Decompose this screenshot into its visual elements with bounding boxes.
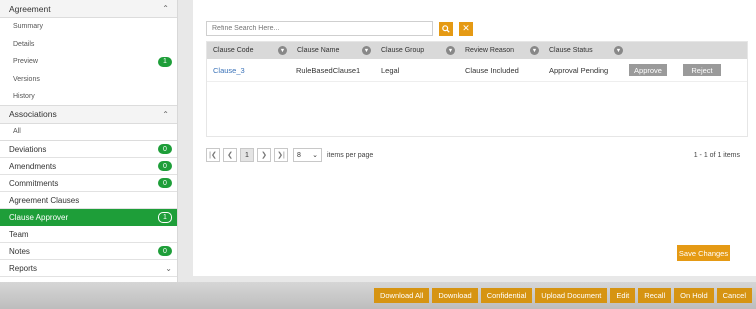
sidebar-item-versions[interactable]: Versions <box>0 70 177 88</box>
column-header-clause-group[interactable]: Clause Group ▼ <box>375 42 459 59</box>
column-header-label: Clause Group <box>381 47 425 54</box>
sidebar-item-commitments[interactable]: Commitments 0 <box>0 175 177 192</box>
filter-icon[interactable]: ▼ <box>278 46 287 55</box>
column-header-label: Clause Status <box>549 47 593 54</box>
on-hold-button[interactable]: On Hold <box>674 288 714 303</box>
sidebar-item-label: Clause Approver <box>9 212 69 222</box>
sidebar-item-label: Summary <box>13 23 43 31</box>
column-header-clause-name[interactable]: Clause Name ▼ <box>291 42 375 59</box>
save-changes-button[interactable]: Save Changes <box>677 245 730 261</box>
clear-search-button[interactable]: ✕ <box>459 21 473 36</box>
count-badge: 0 <box>158 161 172 171</box>
sidebar-item-all[interactable]: All <box>0 123 177 141</box>
reject-button[interactable]: Reject <box>683 64 721 76</box>
sidebar-item-history[interactable]: History <box>0 88 177 106</box>
sidebar-item-label: Preview <box>13 58 38 66</box>
sidebar-item-team[interactable]: Team <box>0 226 177 243</box>
search-icon <box>442 24 450 33</box>
pagination-info: 1 - 1 of 1 items <box>693 151 740 159</box>
sidebar-item-clause-approver[interactable]: Clause Approver 1 <box>0 209 177 226</box>
pagination: |❮ ❮ 1 ❯ ❯| 8 ⌄ items per page 1 - 1 of … <box>206 147 748 163</box>
sidebar-item-notes[interactable]: Notes 0 <box>0 243 177 260</box>
sidebar-item-label: Reports <box>9 263 38 273</box>
sidebar-item-amendments[interactable]: Amendments 0 <box>0 158 177 175</box>
page-number-button[interactable]: 1 <box>240 148 254 162</box>
sidebar: Agreement ⌃ Summary Details Preview 1 Ve… <box>0 0 178 282</box>
cancel-button[interactable]: Cancel <box>716 288 752 303</box>
sidebar-item-preview[interactable]: Preview 1 <box>0 53 177 71</box>
column-header-review-reason[interactable]: Review Reason ▼ <box>459 42 543 59</box>
download-all-button[interactable]: Download All <box>373 288 430 303</box>
items-per-page-label: items per page <box>327 151 374 159</box>
action-toolbar: Download All Download Confidential Uploa… <box>0 282 756 309</box>
sidebar-item-agreement-clauses[interactable]: Agreement Clauses <box>0 192 177 209</box>
next-page-button[interactable]: ❯ <box>257 148 271 162</box>
edit-button[interactable]: Edit <box>610 288 636 303</box>
sidebar-item-label: Team <box>9 229 29 239</box>
sidebar-item-deviations[interactable]: Deviations 0 <box>0 141 177 158</box>
chevron-up-icon: ⌃ <box>162 4 169 13</box>
sidebar-item-label: Details <box>13 40 35 48</box>
count-badge: 0 <box>158 246 172 256</box>
search-bar: ✕ <box>206 21 473 36</box>
count-badge: 0 <box>158 144 172 154</box>
count-badge: 1 <box>158 211 172 223</box>
upload-document-button[interactable]: Upload Document <box>535 288 608 303</box>
prev-page-button[interactable]: ❮ <box>223 148 237 162</box>
sidebar-item-label: Deviations <box>9 144 47 154</box>
sidebar-group-associations[interactable]: Associations ⌃ <box>0 105 177 124</box>
approve-button[interactable]: Approve <box>629 64 667 76</box>
column-header-clause-status[interactable]: Clause Status ▼ <box>543 42 627 59</box>
sidebar-item-details[interactable]: Details <box>0 35 177 53</box>
chevron-down-icon: ⌄ <box>312 152 318 159</box>
count-badge: 1 <box>158 56 172 67</box>
chevron-down-icon: ⌄ <box>165 263 172 273</box>
sidebar-group-label: Associations <box>9 109 57 119</box>
sidebar-item-label: History <box>13 92 35 100</box>
clause-status-cell: Approval Pending <box>549 65 609 75</box>
main-panel: ✕ Clause Code ▼ Clause Name ▼ Clause Gro… <box>193 0 756 276</box>
page-size-select[interactable]: 8 ⌄ <box>293 148 322 162</box>
search-input[interactable] <box>206 21 433 36</box>
confidential-button[interactable]: Confidential <box>480 288 533 303</box>
review-reason-cell: Clause Included <box>465 65 519 75</box>
clause-name-cell: RuleBasedClause1 <box>296 65 361 75</box>
grid-header: Clause Code ▼ Clause Name ▼ Clause Group… <box>207 42 747 59</box>
table-row: Clause_3 RuleBasedClause1 Legal Clause I… <box>207 59 747 82</box>
column-header-clause-code[interactable]: Clause Code ▼ <box>207 42 291 59</box>
clause-grid: Clause Code ▼ Clause Name ▼ Clause Group… <box>206 41 748 137</box>
sidebar-item-label: Commitments <box>9 178 59 188</box>
sidebar-item-label: Amendments <box>9 161 57 171</box>
column-header-label: Clause Name <box>297 47 340 54</box>
column-header-label: Clause Code <box>213 47 254 54</box>
sidebar-item-summary[interactable]: Summary <box>0 18 177 36</box>
sidebar-item-label: Versions <box>13 75 40 83</box>
count-badge: 0 <box>158 178 172 188</box>
first-page-button[interactable]: |❮ <box>206 148 220 162</box>
last-page-button[interactable]: ❯| <box>274 148 288 162</box>
page-size-value: 8 <box>297 151 301 159</box>
sidebar-item-label: All <box>13 128 21 136</box>
recall-button[interactable]: Recall <box>638 288 672 303</box>
filter-icon[interactable]: ▼ <box>614 46 623 55</box>
close-icon: ✕ <box>462 23 470 33</box>
column-header-label: Review Reason <box>465 47 515 54</box>
sidebar-item-label: Agreement Clauses <box>9 195 80 205</box>
sidebar-group-agreement[interactable]: Agreement ⌃ <box>0 0 177 18</box>
filter-icon[interactable]: ▼ <box>446 46 455 55</box>
sidebar-item-label: Notes <box>9 246 30 256</box>
search-button[interactable] <box>439 21 453 36</box>
chevron-up-icon: ⌃ <box>162 109 169 119</box>
sidebar-group-label: Agreement <box>9 3 51 14</box>
download-button[interactable]: Download <box>432 288 478 303</box>
clause-group-cell: Legal <box>381 65 400 75</box>
filter-icon[interactable]: ▼ <box>362 46 371 55</box>
filter-icon[interactable]: ▼ <box>530 46 539 55</box>
sidebar-item-reports[interactable]: Reports ⌄ <box>0 260 177 277</box>
